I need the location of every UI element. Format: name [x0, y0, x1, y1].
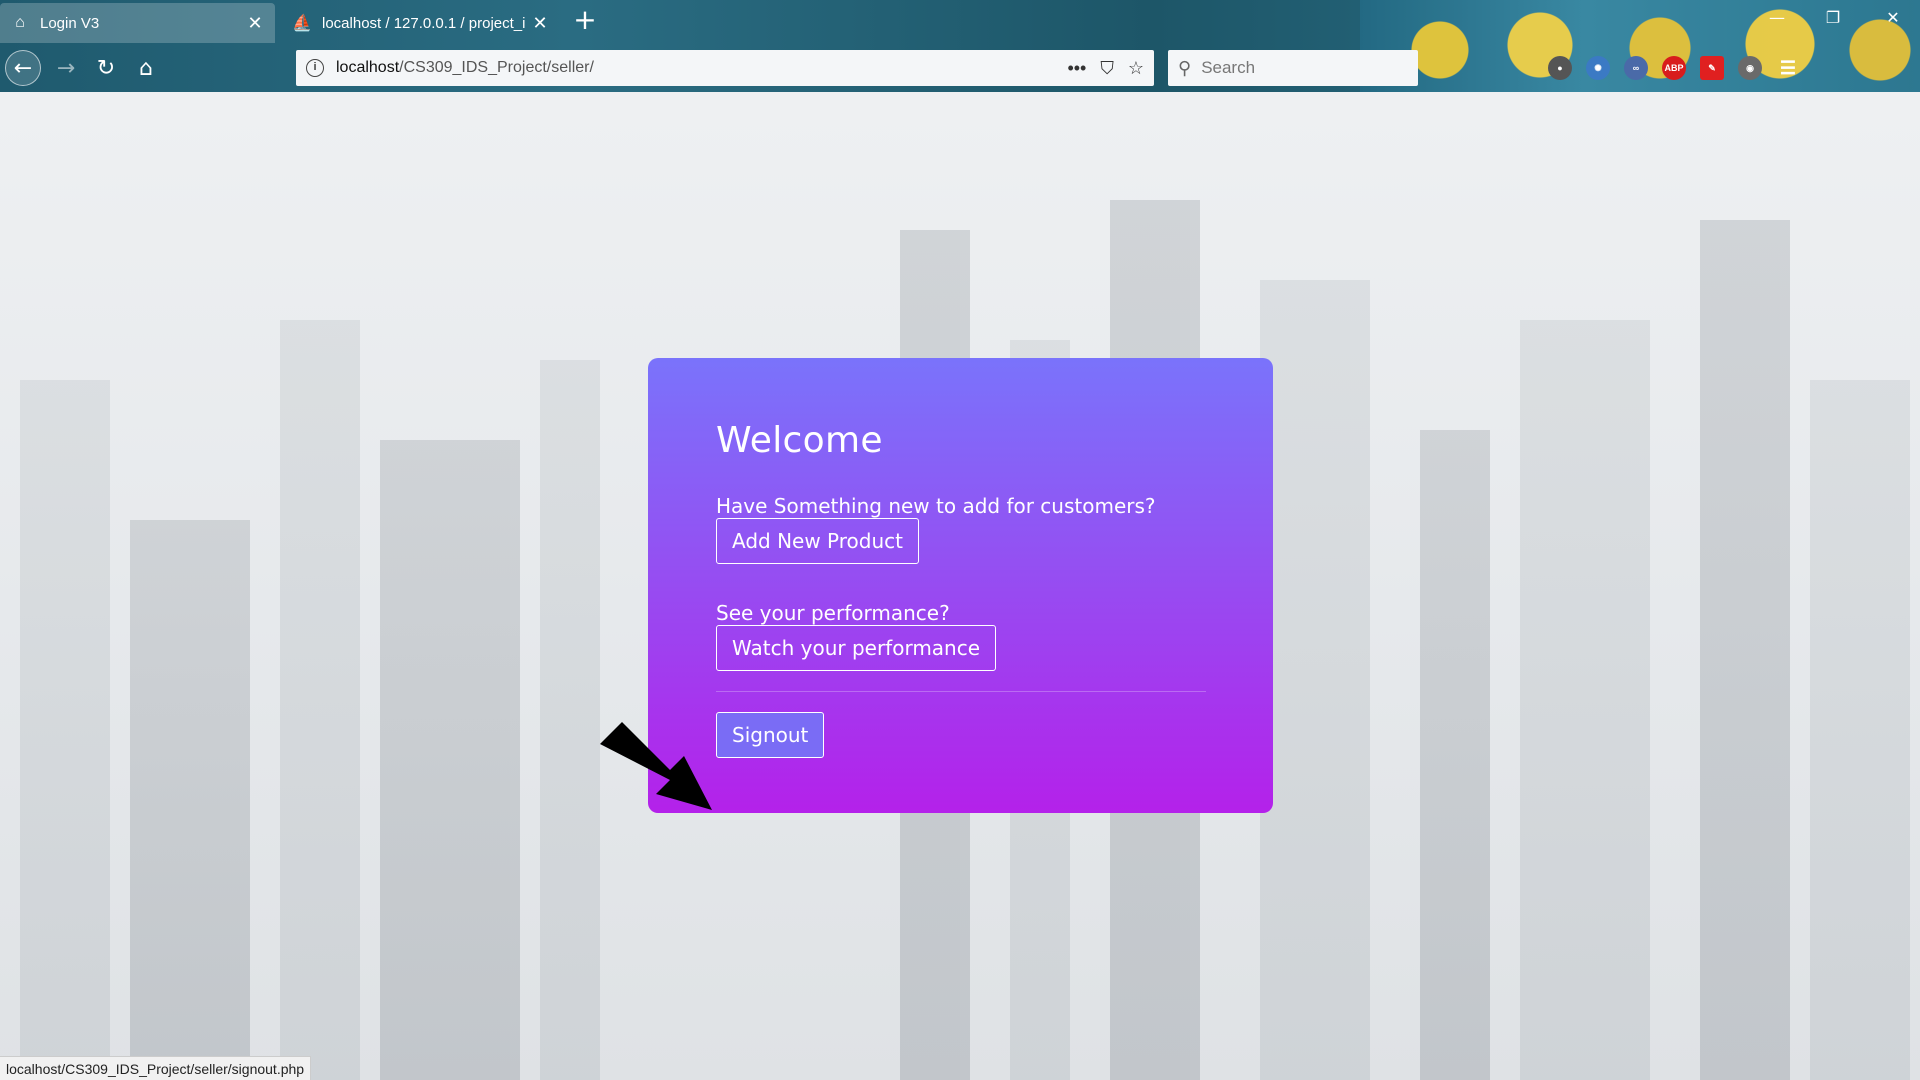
extension-toolbar: ● ✺ ∞ ABP ✎ ◉ ☰	[1548, 56, 1800, 80]
background-building	[1700, 220, 1790, 1080]
add-new-product-button[interactable]: Add New Product	[716, 518, 919, 564]
browser-chrome: ⌂ Login V3 ✕ ⛵ localhost / 127.0.0.1 / p…	[0, 0, 1920, 92]
close-icon[interactable]: ✕	[530, 13, 550, 34]
close-window-icon[interactable]: ✕	[1878, 8, 1908, 27]
tab-title: localhost / 127.0.0.1 / project_i	[322, 14, 526, 32]
page-title: Welcome	[716, 420, 883, 461]
phpmyadmin-icon: ⛵	[292, 15, 312, 32]
url-host: localhost	[336, 59, 400, 76]
extension-icon[interactable]: ●	[1548, 56, 1572, 80]
pointer-arrow-icon	[600, 722, 712, 810]
search-icon: ⚲	[1178, 57, 1192, 78]
restore-icon[interactable]: ❐	[1818, 8, 1848, 27]
navigation-bar: ← → ↻ ⌂ i localhost/CS309_IDS_Project/se…	[0, 46, 1920, 90]
page-background: Welcome Have Something new to add for cu…	[0, 92, 1920, 1080]
account-icon[interactable]: ◉	[1738, 56, 1762, 80]
background-building	[1420, 430, 1490, 1080]
background-building	[380, 440, 520, 1080]
menu-icon[interactable]: ☰	[1776, 56, 1800, 80]
tab-title: Login V3	[40, 14, 100, 32]
signout-button[interactable]: Signout	[716, 712, 825, 758]
back-button[interactable]: ←	[5, 50, 41, 86]
background-building	[280, 320, 360, 1080]
welcome-card: Welcome Have Something new to add for cu…	[648, 358, 1273, 813]
url-actions: ••• ⛉ ☆	[1067, 58, 1144, 79]
tab-login[interactable]: ⌂ Login V3 ✕	[0, 3, 275, 43]
new-tab-button[interactable]: +	[570, 6, 600, 36]
background-building	[1520, 320, 1650, 1080]
more-actions-icon[interactable]: •••	[1067, 58, 1086, 79]
search-bar[interactable]: ⚲ Search	[1168, 50, 1418, 86]
extension-icon[interactable]: ✎	[1700, 56, 1724, 80]
divider	[716, 691, 1206, 692]
background-building	[1260, 280, 1370, 1080]
tab-phpmyadmin[interactable]: ⛵ localhost / 127.0.0.1 / project_i ✕	[282, 3, 560, 43]
background-building	[540, 360, 600, 1080]
background-building	[20, 380, 110, 1080]
home-button[interactable]: ⌂	[128, 50, 164, 86]
forward-button[interactable]: →	[48, 50, 84, 86]
extension-icon[interactable]: ✺	[1586, 56, 1610, 80]
tab-bar: ⌂ Login V3 ✕ ⛵ localhost / 127.0.0.1 / p…	[0, 0, 1920, 44]
info-icon[interactable]: i	[306, 59, 324, 77]
search-placeholder: Search	[1201, 58, 1256, 77]
home-icon: ⌂	[15, 14, 25, 31]
adblock-icon[interactable]: ABP	[1662, 56, 1686, 80]
address-bar[interactable]: i localhost/CS309_IDS_Project/seller/ ••…	[296, 50, 1154, 86]
reload-button[interactable]: ↻	[88, 50, 124, 86]
close-icon[interactable]: ✕	[245, 13, 265, 34]
status-url: localhost/CS309_IDS_Project/seller/signo…	[6, 1060, 305, 1077]
extension-icon[interactable]: ∞	[1624, 56, 1648, 80]
url-path: /CS309_IDS_Project/seller/	[399, 59, 594, 76]
add-product-prompt: Have Something new to add for customers?	[716, 494, 1156, 518]
watch-performance-button[interactable]: Watch your performance	[716, 625, 997, 671]
background-building	[1810, 380, 1910, 1080]
bookmark-star-icon[interactable]: ☆	[1128, 58, 1144, 79]
background-building	[130, 520, 250, 1080]
minimize-icon[interactable]: —	[1762, 8, 1792, 27]
pocket-icon[interactable]: ⛉	[1100, 58, 1114, 79]
status-bar: localhost/CS309_IDS_Project/seller/signo…	[0, 1056, 312, 1080]
performance-prompt: See your performance?	[716, 601, 950, 625]
